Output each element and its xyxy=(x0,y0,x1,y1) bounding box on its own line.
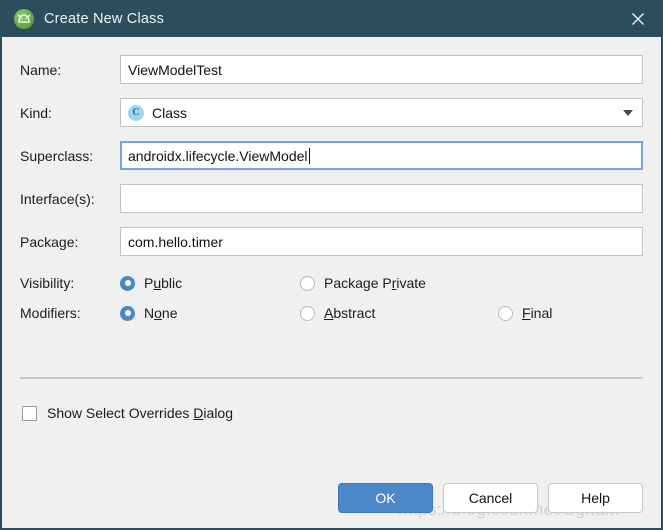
chevron-down-icon[interactable] xyxy=(614,99,642,126)
package-label: Package: xyxy=(20,233,79,250)
show-overrides-checkbox[interactable] xyxy=(22,405,37,421)
radio-label: None xyxy=(144,305,178,321)
superclass-input[interactable]: androidx.lifecycle.ViewModel xyxy=(120,141,643,170)
visibility-row: Visibility: Public Package Private xyxy=(2,270,661,296)
radio-visibility-public[interactable]: Public xyxy=(120,275,300,291)
radio-indicator xyxy=(120,275,135,291)
show-overrides-row[interactable]: Show Select Overrides Dialog xyxy=(2,405,661,421)
kind-label: Kind: xyxy=(20,104,52,121)
name-input[interactable]: ViewModelTest xyxy=(120,55,643,84)
radio-label: Public xyxy=(144,275,183,291)
name-value: ViewModelTest xyxy=(128,61,222,78)
radio-modifier-final[interactable]: Final xyxy=(498,305,552,321)
close-icon[interactable] xyxy=(615,0,661,37)
superclass-value: androidx.lifecycle.ViewModel xyxy=(128,147,308,164)
title-bar: Create New Class xyxy=(2,0,661,37)
field-row-package: Package: com.hello.timer xyxy=(2,227,661,256)
create-new-class-dialog: Create New Class Name: ViewModelTest Kin… xyxy=(0,0,663,530)
package-value: com.hello.timer xyxy=(128,233,223,250)
field-row-kind: Kind: C Class xyxy=(2,98,661,127)
interfaces-input[interactable] xyxy=(120,184,643,213)
kind-select[interactable]: C Class xyxy=(120,98,643,127)
radio-label: Package Private xyxy=(324,275,426,291)
field-row-name: Name: ViewModelTest xyxy=(2,55,661,84)
help-button[interactable]: Help xyxy=(548,483,643,513)
section-divider xyxy=(20,377,643,379)
ok-button[interactable]: OK xyxy=(338,483,433,513)
form-area: Name: ViewModelTest Kind: C Class Superc… xyxy=(2,55,661,421)
window-title: Create New Class xyxy=(44,10,165,27)
radio-modifier-abstract[interactable]: Abstract xyxy=(300,305,498,321)
radio-indicator xyxy=(300,305,315,321)
radio-modifier-none[interactable]: None xyxy=(120,305,300,321)
radio-indicator xyxy=(300,275,315,291)
modifiers-label: Modifiers: xyxy=(20,305,81,321)
android-studio-icon xyxy=(14,8,34,29)
kind-value: Class xyxy=(152,104,188,121)
interfaces-label: Interface(s): xyxy=(20,190,95,207)
package-input[interactable]: com.hello.timer xyxy=(120,227,643,256)
show-overrides-label: Show Select Overrides Dialog xyxy=(47,405,234,421)
radio-label: Final xyxy=(522,305,553,321)
radio-indicator xyxy=(498,305,513,321)
field-row-superclass: Superclass: androidx.lifecycle.ViewModel xyxy=(2,141,661,170)
text-caret xyxy=(308,147,310,164)
radio-label: Abstract xyxy=(324,305,376,321)
cancel-button[interactable]: Cancel xyxy=(443,483,538,513)
radio-visibility-package-private[interactable]: Package Private xyxy=(300,275,498,291)
name-label: Name: xyxy=(20,61,62,78)
class-icon: C xyxy=(128,104,144,121)
radio-indicator xyxy=(120,305,135,321)
modifiers-row: Modifiers: None Abstract Final xyxy=(2,300,661,326)
dialog-buttons: OK Cancel Help xyxy=(338,483,643,513)
superclass-label: Superclass: xyxy=(20,147,94,164)
field-row-interfaces: Interface(s): xyxy=(2,184,661,213)
visibility-label: Visibility: xyxy=(20,275,75,291)
